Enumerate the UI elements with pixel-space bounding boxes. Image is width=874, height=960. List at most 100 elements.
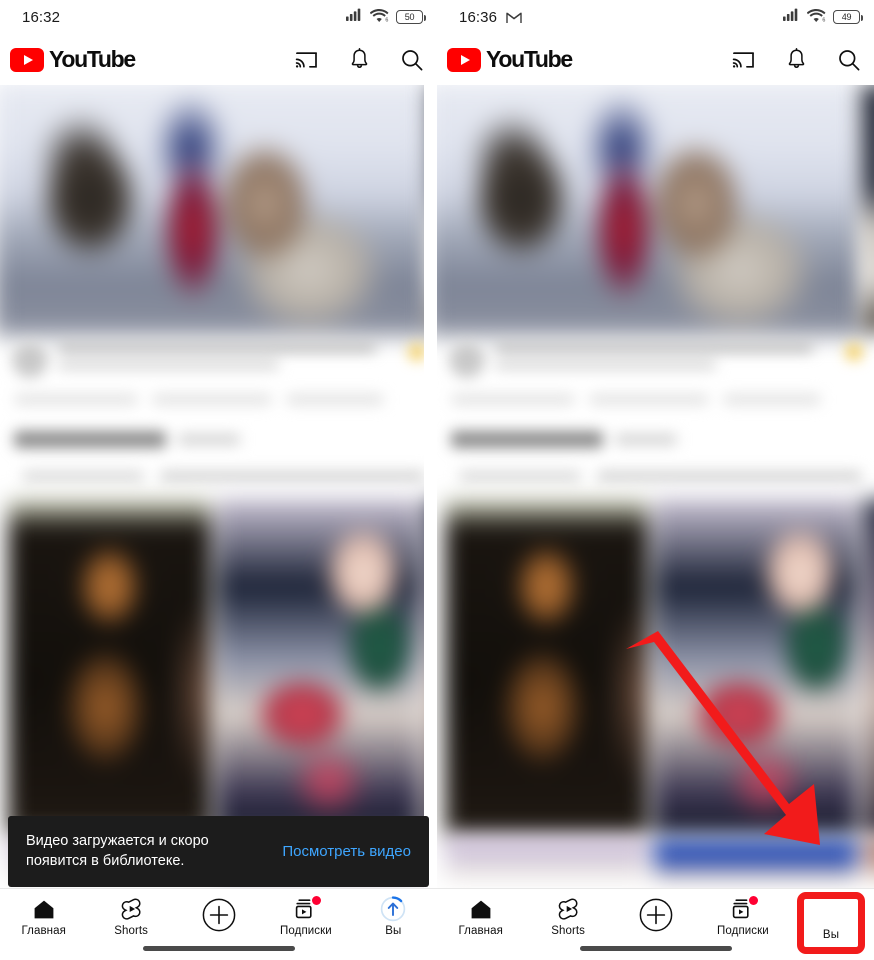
feed-video-card[interactable] — [0, 85, 437, 879]
home-icon — [33, 897, 55, 921]
status-bar: 16:36 6 49 — [437, 0, 874, 34]
nav-tab-you[interactable]: Вы — [350, 889, 437, 945]
nav-tab-subscriptions-label: Подписки — [280, 925, 332, 937]
youtube-logo[interactable]: YouTube — [10, 46, 136, 73]
channel-avatar — [449, 342, 485, 378]
nav-tab-home-label: Главная — [458, 925, 503, 937]
nav-tab-shorts-label: Shorts — [114, 925, 149, 937]
home-gesture-bar[interactable] — [579, 946, 732, 951]
shelf-subtext-blurred — [449, 471, 862, 481]
short-thumbnail[interactable] — [654, 499, 857, 835]
youtube-play-icon — [447, 47, 481, 72]
short-thumbnail[interactable] — [217, 499, 420, 835]
cellular-signal-icon — [346, 8, 363, 26]
feed-video-card[interactable] — [437, 85, 874, 879]
search-icon[interactable] — [401, 49, 423, 71]
upload-snackbar: Видео загружается и скоро появится в биб… — [8, 816, 429, 887]
video-thumbnail-blurred[interactable] — [0, 85, 432, 336]
short-thumbnail[interactable] — [8, 499, 211, 835]
search-icon[interactable] — [838, 49, 860, 71]
phone-screenshot-right: 16:36 6 49 YouTube Главная Shorts Подпис… — [437, 0, 874, 960]
phone-screenshot-left: 16:32 6 50 YouTube Видео загружается и с… — [0, 0, 437, 960]
nav-tab-subscriptions[interactable]: Подписки — [262, 889, 349, 945]
create-plus-icon — [639, 898, 673, 932]
bottom-navigation-bar: Главная Shorts Подписки Вы — [0, 888, 437, 960]
notifications-bell-icon[interactable] — [349, 48, 370, 71]
svg-text:6: 6 — [385, 17, 388, 22]
video-title-line — [58, 343, 377, 352]
nav-tab-home[interactable]: Главная — [0, 889, 87, 945]
video-badge-dot — [846, 344, 862, 360]
nav-tab-create[interactable] — [175, 889, 262, 945]
video-thumbnail-row — [0, 85, 437, 336]
cast-icon[interactable] — [295, 50, 318, 70]
wifi6-icon: 6 — [369, 8, 389, 27]
wifi6-icon: 6 — [806, 8, 826, 27]
video-feed[interactable] — [437, 85, 874, 960]
short-thumbnail[interactable] — [863, 499, 874, 835]
video-badge-dot — [409, 344, 425, 360]
shorts-icon — [557, 897, 580, 921]
nav-tab-shorts[interactable]: Shorts — [87, 889, 174, 945]
snackbar-action-button[interactable]: Посмотреть видео — [282, 843, 413, 860]
status-bar-clock: 16:36 — [459, 8, 498, 26]
bottom-navigation-bar: Главная Shorts Подписки Вы — [437, 888, 874, 960]
nav-tab-shorts[interactable]: Shorts — [524, 889, 611, 945]
battery-indicator: 50 — [396, 10, 426, 24]
cellular-signal-icon — [783, 8, 800, 26]
shorts-icon — [120, 897, 143, 921]
shelf-header-blurred — [449, 431, 862, 448]
subscriptions-badge-dot — [748, 896, 758, 905]
home-gesture-bar[interactable] — [142, 946, 295, 951]
upload-progress-avatar-icon — [380, 896, 406, 922]
screenshot-root: 16:32 6 50 YouTube Видео загружается и с… — [0, 0, 874, 960]
video-metadata-blurred — [437, 332, 874, 481]
status-bar-indicators: 6 50 — [346, 8, 426, 27]
video-subtitle-line — [58, 361, 280, 369]
nav-tab-subscriptions[interactable]: Подписки — [699, 889, 786, 945]
home-icon — [470, 897, 492, 921]
nav-tab-home[interactable]: Главная — [437, 889, 524, 945]
status-bar: 16:32 6 50 — [0, 0, 437, 34]
subscriptions-icon — [731, 896, 758, 921]
youtube-logo[interactable]: YouTube — [447, 46, 573, 73]
highlight-box-you-tab[interactable]: Вы — [797, 892, 865, 954]
snackbar-message: Видео загружается и скоро появится в биб… — [26, 833, 209, 869]
battery-indicator: 49 — [833, 10, 863, 24]
subscriptions-icon — [294, 896, 321, 921]
svg-text:6: 6 — [822, 17, 825, 22]
video-action-chips — [449, 394, 862, 405]
header-actions — [732, 48, 860, 71]
nav-tab-shorts-label: Shorts — [551, 925, 586, 937]
youtube-play-icon — [10, 47, 44, 72]
shorts-shelf-blurred[interactable] — [437, 499, 874, 835]
gmail-icon — [506, 11, 522, 24]
app-header: YouTube — [0, 34, 437, 85]
app-header: YouTube — [437, 34, 874, 85]
video-metadata-blurred — [0, 332, 437, 481]
highlight-box-label: Вы — [822, 929, 840, 941]
youtube-wordmark: YouTube — [49, 46, 136, 72]
video-thumbnail-next-peek[interactable] — [862, 85, 874, 332]
shelf-subtext-blurred — [12, 471, 425, 481]
video-action-chips — [12, 394, 425, 405]
nav-tab-create[interactable] — [612, 889, 699, 945]
cast-icon[interactable] — [732, 50, 755, 70]
short-thumbnail[interactable] — [445, 499, 648, 835]
video-thumbnail-blurred[interactable] — [437, 85, 863, 336]
nav-tab-you-label: Вы — [385, 925, 402, 937]
shorts-shelf-blurred[interactable] — [0, 499, 437, 835]
video-title-line — [495, 343, 814, 352]
header-actions — [295, 48, 423, 71]
subscriptions-badge-dot — [311, 896, 321, 905]
channel-avatar — [12, 342, 48, 378]
video-thumbnail-row — [437, 85, 874, 336]
status-bar-clock: 16:32 — [22, 8, 61, 26]
status-bar-indicators: 6 49 — [783, 8, 863, 27]
feed-bottom-strip-blurred — [437, 839, 874, 879]
shelf-header-blurred — [12, 431, 425, 448]
video-subtitle-line — [495, 361, 717, 369]
create-plus-icon — [202, 898, 236, 932]
youtube-wordmark: YouTube — [486, 46, 573, 72]
notifications-bell-icon[interactable] — [786, 48, 807, 71]
